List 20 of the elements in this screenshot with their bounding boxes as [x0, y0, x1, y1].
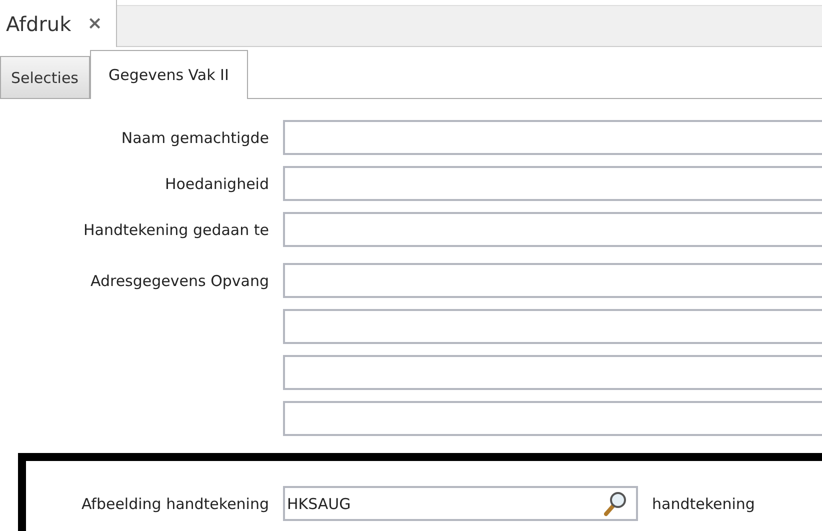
- input-field[interactable]: [283, 120, 822, 155]
- input-field[interactable]: [283, 166, 822, 201]
- close-icon[interactable]: ×: [87, 13, 102, 34]
- tab[interactable]: Gegevens Vak II: [90, 50, 248, 99]
- field-label: Hoedanigheid: [164, 174, 270, 192]
- lookup-input[interactable]: HKSAUG: [285, 494, 604, 512]
- input-field[interactable]: [283, 212, 822, 247]
- input-field[interactable]: [283, 355, 822, 390]
- search-icon[interactable]: [604, 490, 628, 516]
- field-label: Handtekening gedaan te: [82, 220, 270, 238]
- field-label: Naam gemachtigde: [120, 128, 270, 146]
- input-field[interactable]: [283, 401, 822, 436]
- input-field[interactable]: [283, 263, 822, 298]
- field-label: Afbeelding handtekening: [80, 494, 270, 512]
- tab[interactable]: Selecties: [0, 56, 90, 98]
- field-label: Adresgegevens Opvang: [89, 272, 270, 290]
- tab-label: Afdruk: [6, 12, 72, 36]
- description-text: handtekening: [652, 494, 755, 512]
- lookup-field[interactable]: HKSAUG: [283, 486, 638, 521]
- input-field[interactable]: [283, 309, 822, 344]
